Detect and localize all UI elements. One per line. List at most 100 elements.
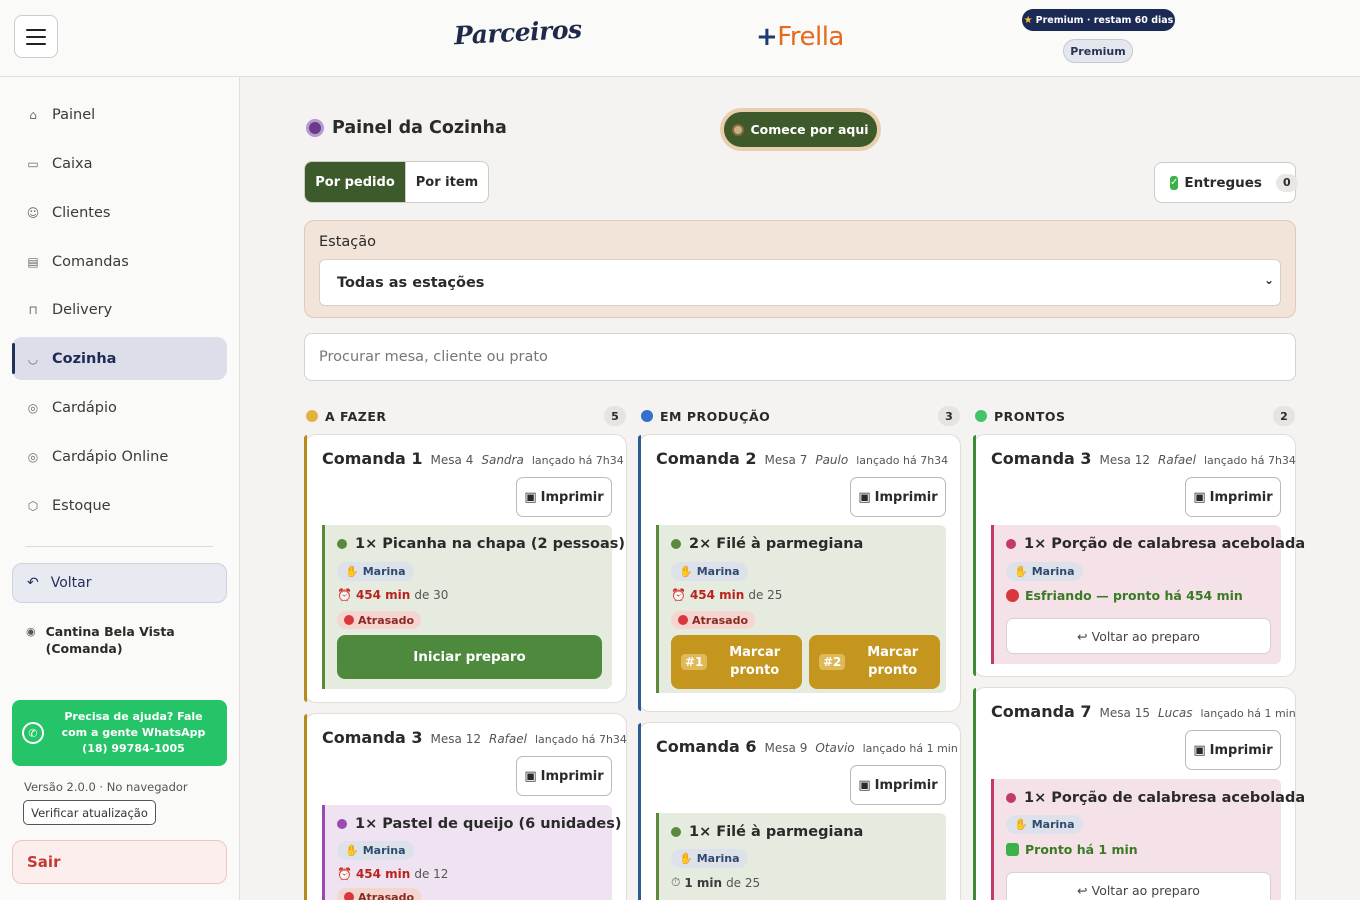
tab-por-pedido[interactable]: Por pedido bbox=[305, 162, 405, 202]
order-card: Comanda 7 Mesa 15 Lucas lançado há 1 min ▣ I… bbox=[973, 687, 1305, 900]
delivered-filter-button[interactable]: ✓ Entregues 0 bbox=[1154, 162, 1298, 203]
order-card-header: Comanda 7 Mesa 15 Lucas lançado há 1 min bbox=[991, 702, 1296, 721]
green-dot-icon bbox=[975, 410, 987, 422]
page-title: Painel da Cozinha bbox=[306, 118, 507, 138]
sidebar-divider bbox=[25, 546, 213, 547]
order-card-header: Comanda 3 Mesa 12 Rafael lançado há 7h34 bbox=[991, 449, 1296, 468]
back-to-prep-button[interactable]: ↩ Voltar ao preparo bbox=[1006, 872, 1271, 900]
print-button[interactable]: ▣ Imprimir bbox=[850, 477, 946, 517]
cash-icon: ▭ bbox=[27, 156, 39, 171]
chef-hand-icon: ✋ bbox=[1014, 818, 1028, 831]
order-card-header: Comanda 1 Mesa 4 Sandra lançado há 7h34 bbox=[322, 449, 624, 468]
check-icon bbox=[1006, 843, 1019, 856]
alarm-icon: ⏰ bbox=[337, 867, 352, 881]
chef-badge: ✋ Marina bbox=[1006, 815, 1083, 834]
sidebar-item-cozinha[interactable]: ◡ Cozinha bbox=[12, 337, 227, 380]
premium-button[interactable]: Premium bbox=[1063, 39, 1133, 63]
print-button[interactable]: ▣ Imprimir bbox=[1185, 477, 1281, 517]
printer-icon: ▣ bbox=[858, 777, 871, 793]
station-select[interactable]: Todas as estações ⌄ bbox=[319, 259, 1281, 306]
order-card: Comanda 3 Mesa 12 Rafael lançado há 7h34 ▣ I… bbox=[304, 713, 627, 900]
order-card: Comanda 1 Mesa 4 Sandra lançado há 7h34 ▣ Im… bbox=[304, 434, 627, 703]
printer-icon: ▣ bbox=[524, 768, 537, 784]
column-header-ready: PRONTOS bbox=[975, 406, 1066, 426]
kitchen-search-icon bbox=[306, 119, 324, 137]
order-item: 2× Filé à parmegiana ✋ Marina ⏰ 454 min de … bbox=[656, 525, 946, 693]
order-card-header: Comanda 6 Mesa 9 Otavio lançado há 1 min bbox=[656, 737, 958, 756]
back-to-prep-button[interactable]: ↩ Voltar ao preparo bbox=[1006, 618, 1271, 654]
print-button[interactable]: ▣ Imprimir bbox=[850, 765, 946, 805]
premium-status-badge: ★ Premium · restam 60 dias bbox=[1022, 9, 1175, 31]
whatsapp-help-button[interactable]: ✆ Precisa de ajuda? Fale com a gente What… bbox=[12, 700, 227, 766]
top-bar: Parceiros +Frella ★ Premium · restam 60 d… bbox=[0, 0, 1360, 77]
start-prep-button[interactable]: Iniciar preparo bbox=[337, 635, 602, 679]
home-icon: ⌂ bbox=[29, 107, 37, 122]
chef-hand-icon: ✋ bbox=[1014, 565, 1028, 578]
print-button[interactable]: ▣ Imprimir bbox=[516, 477, 612, 517]
chef-badge: ✋ Marina bbox=[337, 562, 414, 581]
printer-icon: ▣ bbox=[858, 489, 871, 505]
sidebar-item-comandas[interactable]: ▤ Comandas bbox=[12, 240, 227, 283]
item-status-dot bbox=[1006, 793, 1016, 803]
star-icon: ★ bbox=[1023, 14, 1033, 26]
logout-button[interactable]: Sair bbox=[12, 840, 227, 884]
chevron-down-icon: ⌄ bbox=[1263, 273, 1274, 287]
undo-icon: ↶ bbox=[27, 575, 39, 591]
sidebar-item-painel[interactable]: ⌂ Painel bbox=[12, 93, 227, 136]
alarm-icon: ⏰ bbox=[337, 588, 352, 602]
order-card-header: Comanda 3 Mesa 12 Rafael lançado há 7h34 bbox=[322, 728, 627, 747]
sidebar-item-delivery[interactable]: ⊓ Delivery bbox=[12, 288, 227, 331]
item-status-dot bbox=[337, 819, 347, 829]
item-status-dot bbox=[337, 539, 347, 549]
check-icon: ✓ bbox=[1170, 175, 1179, 190]
item-status-dot bbox=[671, 827, 681, 837]
sidebar-item-cardapio-online[interactable]: ◎ Cardápio Online bbox=[12, 435, 227, 478]
check-update-button[interactable]: Verificar atualização bbox=[23, 800, 156, 825]
chef-badge: ✋ Marina bbox=[337, 841, 414, 860]
mark-ready-button-1[interactable]: #1 Marcar pronto bbox=[671, 635, 802, 689]
chef-hand-icon: ✋ bbox=[679, 565, 693, 578]
print-button[interactable]: ▣ Imprimir bbox=[1185, 730, 1281, 770]
view-mode-tabs: Por pedido Por item bbox=[304, 161, 489, 203]
tab-por-item[interactable]: Por item bbox=[405, 162, 488, 202]
menu-icon: ◎ bbox=[27, 400, 39, 415]
order-card: Comanda 2 Mesa 7 Paulo lançado há 7h34 ▣ Imp… bbox=[638, 434, 961, 712]
mark-ready-button-2[interactable]: #2 Marcar pronto bbox=[809, 635, 940, 689]
search-input[interactable]: Procurar mesa, cliente ou prato bbox=[304, 333, 1296, 381]
whatsapp-icon: ✆ bbox=[22, 722, 44, 744]
column-header-production: EM PRODUÇÃO bbox=[641, 406, 770, 426]
print-button[interactable]: ▣ Imprimir bbox=[516, 756, 612, 796]
sidebar-item-cardapio[interactable]: ◎ Cardápio bbox=[12, 386, 227, 429]
order-item: 1× Filé à parmegiana ✋ Marina ⏱ 1 min de 25 bbox=[656, 813, 946, 900]
printer-icon: ▣ bbox=[524, 489, 537, 505]
delivered-count-badge: 0 bbox=[1275, 173, 1298, 192]
printer-icon: ▣ bbox=[1193, 489, 1206, 505]
late-badge: Atrasado bbox=[337, 888, 422, 900]
return-icon: ↩ bbox=[1077, 628, 1088, 644]
late-badge: Atrasado bbox=[671, 611, 756, 629]
return-icon: ↩ bbox=[1077, 882, 1088, 898]
printer-icon: ▣ bbox=[1193, 742, 1206, 758]
station-label: Estação bbox=[319, 234, 377, 250]
column-count-production: 3 bbox=[938, 406, 960, 426]
start-here-button[interactable]: Comece por aqui bbox=[720, 108, 881, 151]
order-card: Comanda 3 Mesa 12 Rafael lançado há 7h34 ▣ I… bbox=[973, 434, 1305, 677]
column-count-ready: 2 bbox=[1273, 406, 1295, 426]
sidebar-item-caixa[interactable]: ▭ Caixa bbox=[12, 142, 227, 185]
order-item: 1× Pastel de queijo (6 unidades) ✋ Marina… bbox=[322, 805, 622, 900]
sidebar-item-clientes[interactable]: ☺ Clientes bbox=[12, 191, 227, 234]
stopwatch-icon: ⏱ bbox=[671, 875, 681, 889]
users-icon: ☺ bbox=[26, 205, 40, 220]
alarm-icon: ⏰ bbox=[671, 588, 686, 602]
pot-icon: ◡ bbox=[28, 351, 38, 366]
ready-status-text: Esfriando — pronto há 454 min bbox=[1006, 588, 1243, 603]
column-count-todo: 5 bbox=[604, 406, 626, 426]
sidebar-item-estoque[interactable]: ⬡ Estoque bbox=[12, 484, 227, 527]
menu-toggle-button[interactable] bbox=[14, 15, 58, 58]
frella-logo: +Frella bbox=[756, 22, 844, 52]
order-item: 1× Picanha na chapa (2 pessoas) ✋ Marina … bbox=[322, 525, 625, 689]
menu-online-icon: ◎ bbox=[27, 449, 39, 464]
back-button[interactable]: ↶ Voltar bbox=[12, 563, 227, 603]
sidebar: ⌂ Painel ▭ Caixa ☺ Clientes ▤ Comandas ⊓ Deli… bbox=[0, 77, 240, 900]
yellow-dot-icon bbox=[306, 410, 318, 422]
